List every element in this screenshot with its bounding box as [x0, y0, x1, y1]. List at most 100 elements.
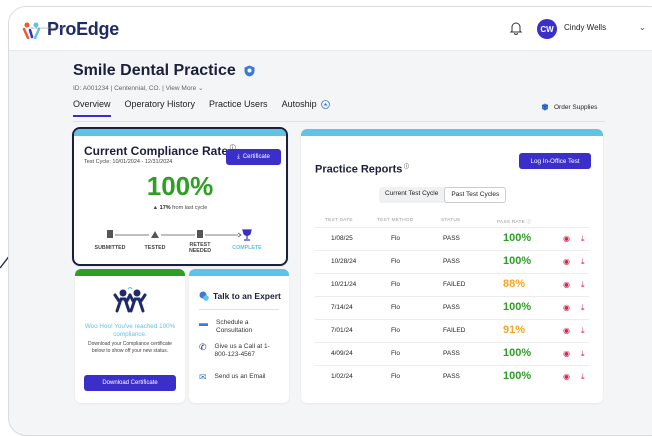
- rate-change-text: from last cycle: [170, 205, 208, 211]
- certificate-button[interactable]: ⤓ Certificate: [226, 149, 281, 165]
- shield-badge-icon: [244, 65, 255, 77]
- pass-rate-cell: 100%: [503, 232, 532, 244]
- row-divider: [315, 319, 589, 320]
- info-icon[interactable]: ⓘ: [402, 164, 409, 170]
- tab-operatory-history[interactable]: Operatory History: [125, 99, 196, 117]
- chat-icon: ▬: [199, 318, 208, 328]
- box-icon: [541, 103, 549, 111]
- schedule-consultation-link[interactable]: ▬ Schedule a Consultation: [199, 319, 268, 335]
- practice-subtitle[interactable]: ID: A001234 | Centennial, CO. | View Mor…: [73, 84, 203, 92]
- user-name[interactable]: Cindy Wells: [564, 23, 606, 32]
- download-icon[interactable]: ⤓: [581, 280, 585, 290]
- column-header-status[interactable]: STATUS: [441, 218, 460, 223]
- email-label: Send us an Email: [214, 373, 266, 380]
- step-submitted: SUBMITTED: [94, 245, 126, 251]
- status-cell: FAILED: [443, 281, 466, 288]
- column-header-test-method[interactable]: TEST METHOD: [377, 218, 414, 223]
- test-method-cell: Flo: [391, 373, 401, 380]
- pass-rate-cell: 88%: [503, 278, 526, 290]
- test-cycle: Test Cycle: 10/01/2024 - 12/31/2024: [84, 159, 173, 165]
- download-icon[interactable]: ⤓: [581, 326, 585, 336]
- compliance-card: Current Compliance Rate ⓘ Test Cycle: 10…: [72, 127, 288, 266]
- status-cell: PASS: [443, 258, 460, 265]
- current-test-cycle-option[interactable]: Current Test Cycle: [379, 187, 444, 203]
- view-icon[interactable]: ◉: [563, 257, 570, 266]
- app-window: ProEdge Dental Compliance Labs CW Cindy …: [8, 6, 652, 436]
- status-cell: PASS: [443, 350, 460, 357]
- rate-change-value: 17%: [159, 205, 171, 211]
- autoship-icon: [321, 100, 331, 110]
- top-bar: ProEdge Dental Compliance Labs CW Cindy …: [9, 7, 652, 51]
- email-link[interactable]: ✉ Send us an Email: [199, 372, 266, 382]
- pass-rate-cell: 100%: [503, 370, 532, 382]
- view-icon[interactable]: ◉: [563, 303, 570, 312]
- download-icon[interactable]: ⤓: [581, 234, 585, 244]
- step-complete: COMPLETE: [232, 245, 262, 251]
- test-method-cell: Flo: [391, 327, 401, 334]
- view-icon[interactable]: ◉: [563, 234, 570, 243]
- step-retest-needed: RETEST NEEDED: [188, 242, 212, 254]
- call-link[interactable]: ✆ Give us a Call at 1-800-123-4567: [199, 343, 275, 359]
- compliance-title-text: Current Compliance Rate: [84, 144, 229, 158]
- log-in-office-test-button[interactable]: Log In-Office Test: [519, 153, 591, 169]
- congrats-card: Woo Hoo! You've reached 100% compliance.…: [75, 269, 185, 403]
- download-icon[interactable]: ⤓: [581, 349, 585, 359]
- arrow-up-icon: ▲: [152, 205, 160, 211]
- test-date-cell: 4/09/24: [331, 350, 353, 357]
- reports-title: Practice Reports ⓘ: [315, 163, 409, 176]
- tab-bar: Overview Operatory History Practice User…: [73, 99, 331, 117]
- pass-rate-cell: 100%: [503, 255, 532, 267]
- test-method-cell: Flo: [391, 258, 401, 265]
- cycle-toggle: Current Test Cycle Past Test Cycles: [379, 187, 507, 203]
- chat-bubbles-icon: [199, 291, 209, 301]
- document-icon: [107, 230, 113, 238]
- rate-change: ▲ 17% from last cycle: [74, 205, 286, 211]
- logo-tagline: Dental Compliance Labs: [31, 26, 64, 30]
- tab-autoship-label: Autoship: [281, 99, 317, 109]
- column-header-test-date[interactable]: TEST DATE: [325, 218, 353, 223]
- order-supplies-link[interactable]: Order Supplies: [541, 103, 597, 111]
- row-divider: [315, 296, 589, 297]
- compliance-title: Current Compliance Rate ⓘ: [84, 143, 236, 158]
- test-method-cell: Flo: [391, 304, 401, 311]
- trophy-icon: [242, 229, 252, 241]
- card-accent-strip: [301, 129, 603, 136]
- steps-graphic: [107, 229, 252, 241]
- page-title: Smile Dental Practice: [73, 62, 255, 80]
- pass-rate-label: PASS RATE: [497, 220, 526, 225]
- status-cell: PASS: [443, 373, 460, 380]
- expert-title-text: Talk to an Expert: [213, 291, 281, 301]
- download-icon: ⤓: [237, 153, 240, 160]
- view-icon[interactable]: ◉: [563, 280, 570, 289]
- test-method-cell: Flo: [391, 235, 401, 242]
- row-divider: [315, 273, 589, 274]
- avatar[interactable]: CW: [537, 19, 557, 39]
- celebration-icon: [113, 287, 147, 313]
- step-tested: TESTED: [144, 245, 166, 251]
- test-date-cell: 10/28/24: [331, 258, 357, 265]
- past-test-cycles-option[interactable]: Past Test Cycles: [444, 187, 507, 203]
- pass-rate-cell: 100%: [503, 347, 532, 359]
- bell-icon[interactable]: [509, 21, 523, 35]
- card-accent-strip: [74, 129, 286, 136]
- download-icon[interactable]: ⤓: [581, 303, 585, 313]
- pass-rate-cell: 91%: [503, 324, 526, 336]
- row-divider: [315, 365, 589, 366]
- download-icon[interactable]: ⤓: [581, 372, 585, 382]
- status-cell: FAILED: [443, 327, 466, 334]
- column-header-pass-rate[interactable]: PASS RATE ⓘ: [497, 218, 532, 225]
- view-icon[interactable]: ◉: [563, 349, 570, 358]
- congrats-body: Download your Compliance certificate bel…: [88, 341, 172, 354]
- tab-overview[interactable]: Overview: [73, 99, 111, 117]
- practice-name: Smile Dental Practice: [73, 62, 236, 79]
- download-icon[interactable]: ⤓: [581, 257, 585, 267]
- chevron-down-icon[interactable]: ⌄: [639, 23, 646, 32]
- email-icon: ✉: [199, 372, 207, 382]
- view-icon[interactable]: ◉: [563, 326, 570, 335]
- download-certificate-button[interactable]: Download Certificate: [84, 375, 176, 391]
- tab-autoship[interactable]: Autoship: [282, 99, 331, 117]
- test-method-cell: Flo: [391, 350, 401, 357]
- test-method-cell: Flo: [391, 281, 401, 288]
- view-icon[interactable]: ◉: [563, 372, 570, 381]
- tab-practice-users[interactable]: Practice Users: [209, 99, 268, 117]
